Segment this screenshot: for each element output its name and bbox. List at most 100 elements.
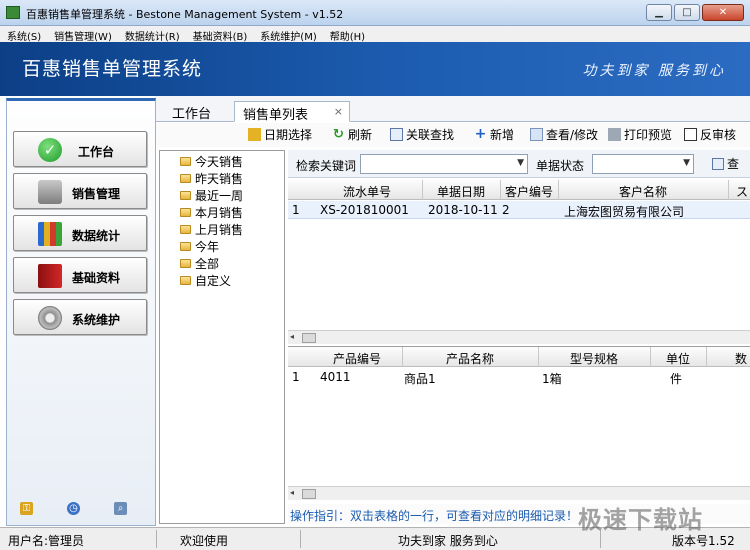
- watermark: 极速下载站: [578, 506, 703, 534]
- key-icon[interactable]: ⚿: [20, 502, 33, 515]
- menu-bar: 系统(S) 销售管理(W) 数据统计(R) 基础资料(B) 系统维护(M) 帮助…: [0, 26, 750, 43]
- tree-item[interactable]: 今天销售: [180, 153, 243, 170]
- tab-order-list[interactable]: 销售单列表 ×: [234, 101, 350, 123]
- related-search-button[interactable]: 关联查找: [390, 126, 454, 143]
- tree-item[interactable]: 昨天销售: [180, 170, 243, 187]
- check-icon: ✓: [38, 138, 62, 162]
- tree-item[interactable]: 本月销售: [180, 204, 243, 221]
- menu-statistics[interactable]: 数据统计(R): [118, 26, 186, 43]
- product-unit: 件: [670, 372, 683, 386]
- column-header[interactable]: 产品名称: [402, 350, 538, 367]
- refresh-button[interactable]: ↻ 刷新: [332, 126, 372, 143]
- date-select-button[interactable]: 日期选择: [248, 126, 312, 143]
- close-tab-icon[interactable]: ×: [334, 105, 343, 118]
- chevron-down-icon[interactable]: ▼: [517, 158, 524, 168]
- status-combo[interactable]: ▼: [592, 154, 694, 174]
- product-name: 商品1: [404, 372, 436, 386]
- orders-header: 流水单号 单据日期 客户编号 客户名称 ス: [288, 180, 750, 200]
- menu-sales[interactable]: 销售管理(W): [47, 26, 118, 43]
- tree-item[interactable]: 全部: [180, 255, 219, 272]
- nav-footer: ⚿ ◷ ⌕: [20, 502, 127, 515]
- table-row[interactable]: 1 XS-201810001 2018-10-11 2 上海宏图贸易有限公司: [288, 201, 750, 219]
- chevron-down-icon[interactable]: ▼: [683, 158, 690, 168]
- printer-icon: [38, 180, 62, 204]
- app-icon: [6, 6, 20, 19]
- button-label: 查: [727, 157, 740, 171]
- scroll-left-icon[interactable]: ◂: [290, 332, 294, 341]
- folder-icon: [180, 225, 191, 234]
- nav-label: 系统维护: [72, 313, 121, 327]
- tree-item-label: 最近一周: [195, 189, 244, 203]
- gear-icon: [38, 306, 62, 330]
- button-label: 新增: [490, 128, 515, 142]
- main-area: 工作台 销售单列表 × 日期选择 ↻ 刷新 关联查找 + 新增 查看/修改 打印: [156, 96, 750, 526]
- scroll-thumb[interactable]: [302, 489, 316, 499]
- menu-help[interactable]: 帮助(H): [323, 26, 371, 43]
- related-search-icon: [390, 128, 403, 141]
- button-label: 关联查找: [406, 128, 455, 142]
- tree-item-label: 昨天销售: [195, 172, 244, 186]
- unaudit-icon: [684, 128, 697, 141]
- nav-sales-button[interactable]: 销售管理: [13, 173, 147, 209]
- search-icon[interactable]: ⌕: [114, 502, 127, 515]
- product-spec: 1箱: [542, 372, 562, 386]
- app-name: 百惠销售单管理系统: [22, 58, 203, 80]
- nav-basic-data-button[interactable]: 基础资料: [13, 257, 147, 293]
- nav-statistics-button[interactable]: 数据统计: [13, 215, 147, 251]
- nav-maintenance-button[interactable]: 系统维护: [13, 299, 147, 335]
- left-nav: ✓ 工作台 销售管理 数据统计 基础资料 系统维护: [6, 98, 156, 526]
- scroll-left-icon[interactable]: ◂: [290, 488, 294, 497]
- details-scrollbar[interactable]: ◂: [288, 486, 750, 500]
- menu-basic-data[interactable]: 基础资料(B): [186, 26, 254, 43]
- column-header[interactable]: 型号规格: [538, 350, 650, 367]
- query-button[interactable]: 查: [712, 155, 739, 172]
- order-date: 2018-10-11: [428, 203, 498, 217]
- tab-workbench[interactable]: 工作台: [164, 101, 219, 122]
- details-grid: 产品编号 产品名称 型号规格 单位 数 1 4011 商品1 1箱 件: [288, 346, 750, 484]
- folder-icon: [180, 259, 191, 268]
- column-header[interactable]: ス: [734, 183, 750, 200]
- refresh-icon: ↻: [333, 127, 344, 142]
- folder-icon: [180, 276, 191, 285]
- tree-item[interactable]: 上月销售: [180, 221, 243, 238]
- tree-item[interactable]: 今年: [180, 238, 219, 255]
- tree-item[interactable]: 最近一周: [180, 187, 243, 204]
- status-user: 用户名:管理员: [8, 534, 85, 548]
- product-no: 4011: [320, 370, 351, 384]
- maximize-button[interactable]: □: [674, 4, 700, 21]
- nav-workbench-button[interactable]: ✓ 工作台: [13, 131, 147, 167]
- search-bar: 检索关键词 ▼ 单据状态 ▼ 查: [288, 150, 750, 178]
- customer-no: 2: [502, 203, 510, 217]
- column-header[interactable]: 流水单号: [312, 183, 422, 200]
- status-label: 单据状态: [536, 159, 585, 173]
- view-edit-button[interactable]: 查看/修改: [530, 126, 598, 143]
- column-header[interactable]: 数: [732, 350, 750, 367]
- clock-icon[interactable]: ◷: [67, 502, 80, 515]
- tree-item[interactable]: 自定义: [180, 272, 231, 289]
- print-preview-button[interactable]: 打印预览: [608, 126, 672, 143]
- nav-label: 基础资料: [72, 271, 121, 285]
- folder-icon: [180, 242, 191, 251]
- column-header[interactable]: 单据日期: [422, 183, 500, 200]
- column-header[interactable]: 客户名称: [558, 183, 728, 200]
- date-filter-tree: 今天销售 昨天销售 最近一周 本月销售 上月销售 今年 全部 自定义: [159, 150, 285, 524]
- column-header[interactable]: 客户编号: [500, 183, 558, 200]
- minimize-button[interactable]: ▁: [646, 4, 672, 21]
- orders-scrollbar[interactable]: ◂: [288, 330, 750, 344]
- close-button[interactable]: ✕: [702, 4, 744, 21]
- menu-system[interactable]: 系统(S): [0, 26, 47, 43]
- keyword-combo[interactable]: ▼: [360, 154, 528, 174]
- tree-item-label: 今天销售: [195, 155, 244, 169]
- window-controls: ▁ □ ✕: [646, 4, 744, 21]
- column-header[interactable]: 产品编号: [312, 350, 402, 367]
- button-label: 日期选择: [264, 128, 313, 142]
- button-label: 刷新: [348, 128, 373, 142]
- folder-icon: [180, 157, 191, 166]
- add-button[interactable]: + 新增: [474, 126, 514, 143]
- unaudit-button[interactable]: 反审核: [684, 126, 736, 143]
- table-row[interactable]: 1 4011 商品1 1箱 件: [288, 368, 750, 386]
- column-header[interactable]: 单位: [650, 350, 706, 367]
- tree-item-label: 今年: [195, 240, 220, 254]
- scroll-thumb[interactable]: [302, 333, 316, 343]
- menu-maintenance[interactable]: 系统维护(M): [253, 26, 322, 43]
